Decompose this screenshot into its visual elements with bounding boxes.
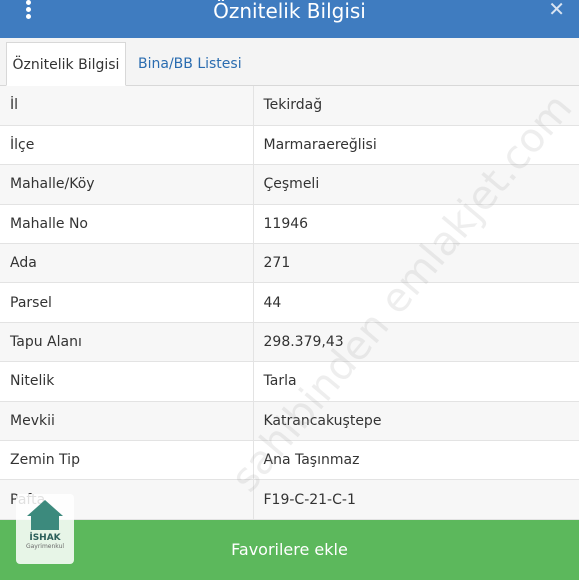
attribute-table: İl Tekirdağ İlçe Marmaraereğlisi Mahalle/Köy… [0, 86, 579, 520]
table-row: Nitelik Tarla [0, 361, 579, 402]
logo-name: İSHAK [29, 533, 61, 543]
attribute-key: Mevkii [0, 401, 254, 442]
attribute-key: Ada [0, 243, 254, 284]
table-row: PaftaF19-C-21-C-1 [0, 479, 579, 520]
add-to-favorites-button[interactable]: Favorilere ekle [0, 520, 579, 580]
close-icon[interactable]: ✕ [548, 0, 565, 19]
table-row: Parsel 44 [0, 282, 579, 323]
tab-oznitelik-bilgisi[interactable]: Öznitelik Bilgisi [6, 42, 126, 86]
logo-subtitle: Gayrimenkul [25, 543, 65, 550]
dialog-header: Öznitelik Bilgisi ✕ [0, 0, 579, 38]
attribute-value: Çeşmeli [253, 164, 579, 205]
attribute-key: Mahalle/Köy [0, 164, 254, 205]
attribute-key: Zemin Tip [0, 440, 254, 481]
attribute-value: 271 [253, 243, 579, 284]
table-row: Mahalle No 11946 [0, 204, 579, 245]
attribute-value: 298.379,43 [253, 322, 579, 363]
attribute-value: Katrancakuştepe [253, 401, 579, 442]
attribute-key: Parsel [0, 282, 254, 323]
attribute-value: F19-C-21-C-1 [253, 479, 579, 520]
company-logo: İSHAK Gayrimenkul [16, 494, 74, 564]
attribute-key: Nitelik [0, 361, 254, 402]
dialog-title: Öznitelik Bilgisi [213, 0, 366, 23]
attribute-value: 44 [253, 282, 579, 323]
table-row: Mahalle/Köy Çeşmeli [0, 164, 579, 205]
attribute-key: Mahalle No [0, 204, 254, 245]
table-row: Mevkii Katrancakuştepe [0, 401, 579, 442]
attribute-value: Tarla [253, 361, 579, 402]
table-row: İlçe Marmaraereğlisi [0, 125, 579, 166]
attribute-value: 11946 [253, 204, 579, 245]
attribute-key: Tapu Alanı [0, 322, 254, 363]
table-row: İl Tekirdağ [0, 86, 579, 126]
tab-bar: Öznitelik Bilgisi Bina/BB Listesi [0, 38, 579, 86]
attribute-value: Marmaraereğlisi [253, 125, 579, 166]
table-row: Zemin Tip Ana Taşınmaz [0, 440, 579, 481]
tab-bina-bb-listesi[interactable]: Bina/BB Listesi [128, 42, 252, 86]
attribute-key: İlçe [0, 125, 254, 166]
table-row: Ada 271 [0, 243, 579, 284]
attribute-value: Ana Taşınmaz [253, 440, 579, 481]
table-row: Tapu Alanı 298.379,43 [0, 322, 579, 363]
house-icon [27, 500, 63, 516]
attribute-key: İl [0, 86, 254, 126]
attribute-value: Tekirdağ [253, 86, 579, 126]
